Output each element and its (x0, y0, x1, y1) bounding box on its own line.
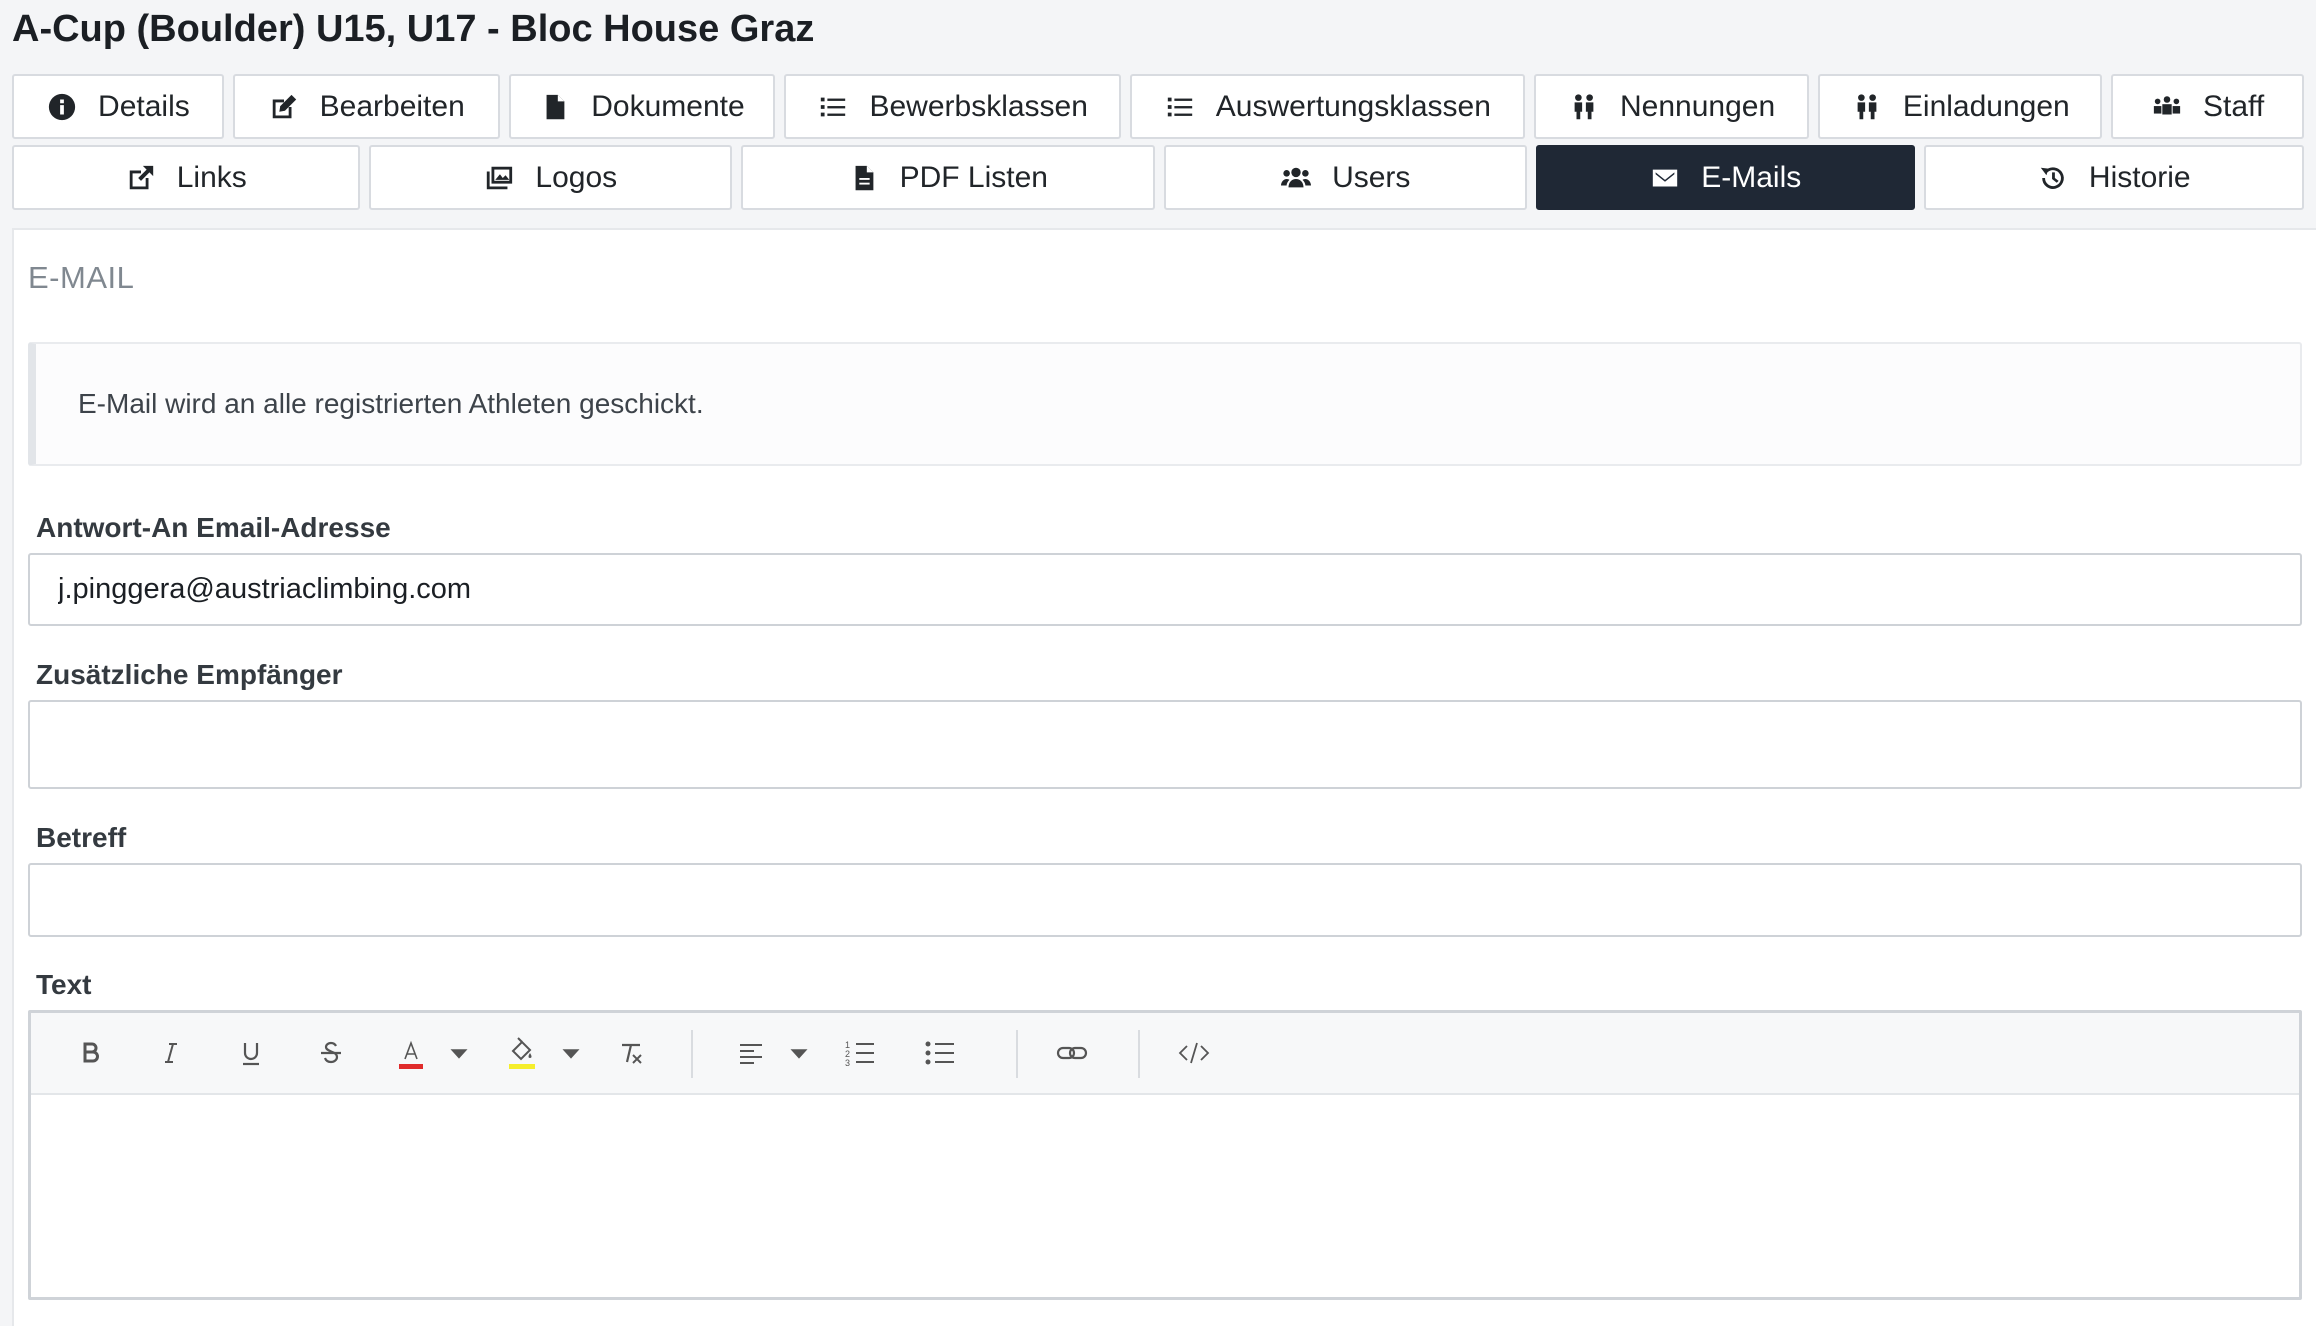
underline-icon[interactable] (228, 1030, 274, 1076)
toolbar-divider (1016, 1030, 1018, 1078)
tab-label: Einladungen (1902, 89, 2070, 123)
tab-label: PDF Listen (899, 160, 1048, 194)
strikethrough-icon[interactable] (308, 1030, 354, 1076)
editor-content-area[interactable] (31, 1095, 2299, 1297)
tab-label: E-Mails (1701, 160, 1802, 194)
tab-label: Links (176, 160, 247, 194)
group-icon (2151, 91, 2183, 123)
list-icon (1164, 91, 1196, 123)
code-view-icon[interactable] (1171, 1030, 1217, 1076)
people-icon (1851, 91, 1883, 123)
external-link-icon (125, 162, 157, 194)
tab-label: Auswertungsklassen (1215, 89, 1491, 123)
subject-field[interactable] (28, 863, 2302, 937)
extra-recipients-label: Zusätzliche Empfänger (36, 659, 343, 690)
tab-links[interactable]: Links (12, 145, 360, 210)
page-title: A-Cup (Boulder) U15, U17 - Bloc House Gr… (12, 8, 815, 50)
edit-icon (268, 91, 300, 123)
unordered-list-icon[interactable] (917, 1030, 963, 1076)
toolbar-divider (691, 1030, 693, 1078)
tab-details[interactable]: Details (12, 74, 224, 139)
tab-row-primary: Details Bearbeiten Dokumente Bewerbsklas… (12, 74, 2305, 139)
tab-label: Historie (2088, 160, 2191, 194)
tab-users[interactable]: Users (1163, 145, 1528, 210)
align-left-icon[interactable] (728, 1030, 774, 1076)
tab-label: Bearbeiten (319, 89, 465, 123)
tab-auswertungsklassen[interactable]: Auswertungsklassen (1130, 74, 1525, 139)
svg-text:3: 3 (845, 1058, 850, 1068)
dropdown-caret-icon[interactable] (554, 1030, 588, 1076)
file-icon (539, 91, 571, 123)
email-card: E-MAIL E-Mail wird an alle registrierten… (12, 228, 2316, 1326)
tab-historie[interactable]: Historie (1923, 145, 2304, 210)
info-text: E-Mail wird an alle registrierten Athlet… (78, 388, 704, 419)
tab-label: Details (98, 89, 190, 123)
dropdown-caret-icon[interactable] (442, 1030, 476, 1076)
text-label: Text (36, 969, 92, 1000)
users-icon (1280, 162, 1312, 194)
list-icon (817, 91, 849, 123)
tab-logos[interactable]: Logos (368, 145, 733, 210)
tab-bewerbsklassen[interactable]: Bewerbsklassen (784, 74, 1122, 139)
ordered-list-icon[interactable]: 123 (837, 1030, 883, 1076)
tab-e-mails[interactable]: E-Mails (1536, 145, 1915, 210)
bold-icon[interactable] (68, 1030, 114, 1076)
clear-format-icon[interactable] (608, 1030, 654, 1076)
extra-recipients-field[interactable] (28, 700, 2302, 789)
tab-einladungen[interactable]: Einladungen (1818, 74, 2103, 139)
tab-nennungen[interactable]: Nennungen (1533, 74, 1810, 139)
images-icon (483, 162, 515, 194)
tab-label: Nennungen (1619, 89, 1776, 123)
highlight-color-icon[interactable] (498, 1030, 544, 1076)
rich-text-editor: 123 (28, 1010, 2302, 1300)
toolbar-divider (1138, 1030, 1140, 1078)
tab-row-secondary: Links Logos PDF Listen Users E-Mails His… (12, 145, 2304, 210)
link-icon[interactable] (1049, 1030, 1095, 1076)
people-icon (1568, 91, 1600, 123)
info-circle-icon (46, 91, 78, 123)
history-icon (2037, 162, 2069, 194)
reply-to-label: Antwort-An Email-Adresse (36, 512, 391, 543)
section-title: E-MAIL (28, 260, 135, 295)
subject-label: Betreff (36, 822, 127, 853)
reply-to-email-field[interactable] (28, 553, 2302, 626)
editor-toolbar: 123 (31, 1013, 2299, 1095)
tab-label: Logos (535, 160, 618, 194)
tab-label: Users (1332, 160, 1411, 194)
font-color-icon[interactable] (388, 1030, 434, 1076)
tab-staff[interactable]: Staff (2111, 74, 2305, 139)
info-alert: E-Mail wird an alle registrierten Athlet… (28, 342, 2302, 466)
italic-icon[interactable] (148, 1030, 194, 1076)
file-icon (848, 162, 880, 194)
tab-label: Bewerbsklassen (869, 89, 1088, 123)
tab-bearbeiten[interactable]: Bearbeiten (232, 74, 500, 139)
envelope-icon (1649, 162, 1681, 194)
tab-label: Dokumente (591, 89, 745, 123)
tab-label: Staff (2203, 89, 2265, 123)
tab-pdf-listen[interactable]: PDF Listen (741, 145, 1155, 210)
tab-dokumente[interactable]: Dokumente (508, 74, 776, 139)
dropdown-caret-icon[interactable] (782, 1030, 816, 1076)
